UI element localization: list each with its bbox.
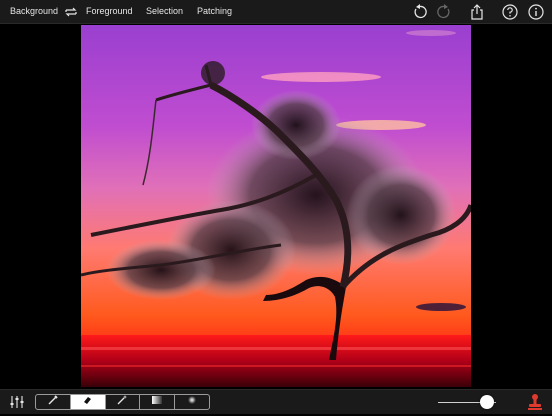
stamp-icon[interactable] xyxy=(527,393,543,411)
swap-icon[interactable] xyxy=(63,4,79,20)
foreground-menu[interactable]: Foreground xyxy=(86,6,133,16)
bottom-toolbar xyxy=(0,389,552,414)
top-toolbar: Background Foreground Selection Patching xyxy=(0,0,552,24)
selection-menu[interactable]: Selection xyxy=(146,6,183,16)
soft-brush-tool[interactable] xyxy=(175,395,209,409)
share-icon[interactable] xyxy=(468,3,486,21)
patching-menu[interactable]: Patching xyxy=(197,6,232,16)
info-icon[interactable] xyxy=(527,3,545,21)
redo-icon[interactable] xyxy=(435,3,453,21)
sliders-icon[interactable] xyxy=(9,394,25,410)
brush-icon xyxy=(47,395,59,409)
edited-photo[interactable] xyxy=(81,25,471,387)
brush-size-thumb[interactable] xyxy=(480,395,495,409)
brush-tool[interactable] xyxy=(36,395,71,409)
eraser-tool[interactable] xyxy=(70,395,106,409)
gradient-tool[interactable] xyxy=(140,395,176,409)
undo-icon[interactable] xyxy=(411,3,429,21)
eraser-icon xyxy=(82,395,94,409)
magic-wand-icon xyxy=(116,395,128,409)
background-menu[interactable]: Background xyxy=(10,6,58,16)
gradient-icon xyxy=(151,395,163,409)
canvas-area[interactable] xyxy=(0,24,552,389)
help-icon[interactable] xyxy=(501,3,519,21)
soft-brush-icon xyxy=(186,395,198,409)
brush-tool-selector xyxy=(35,394,210,410)
magic-wand-tool[interactable] xyxy=(106,395,141,409)
